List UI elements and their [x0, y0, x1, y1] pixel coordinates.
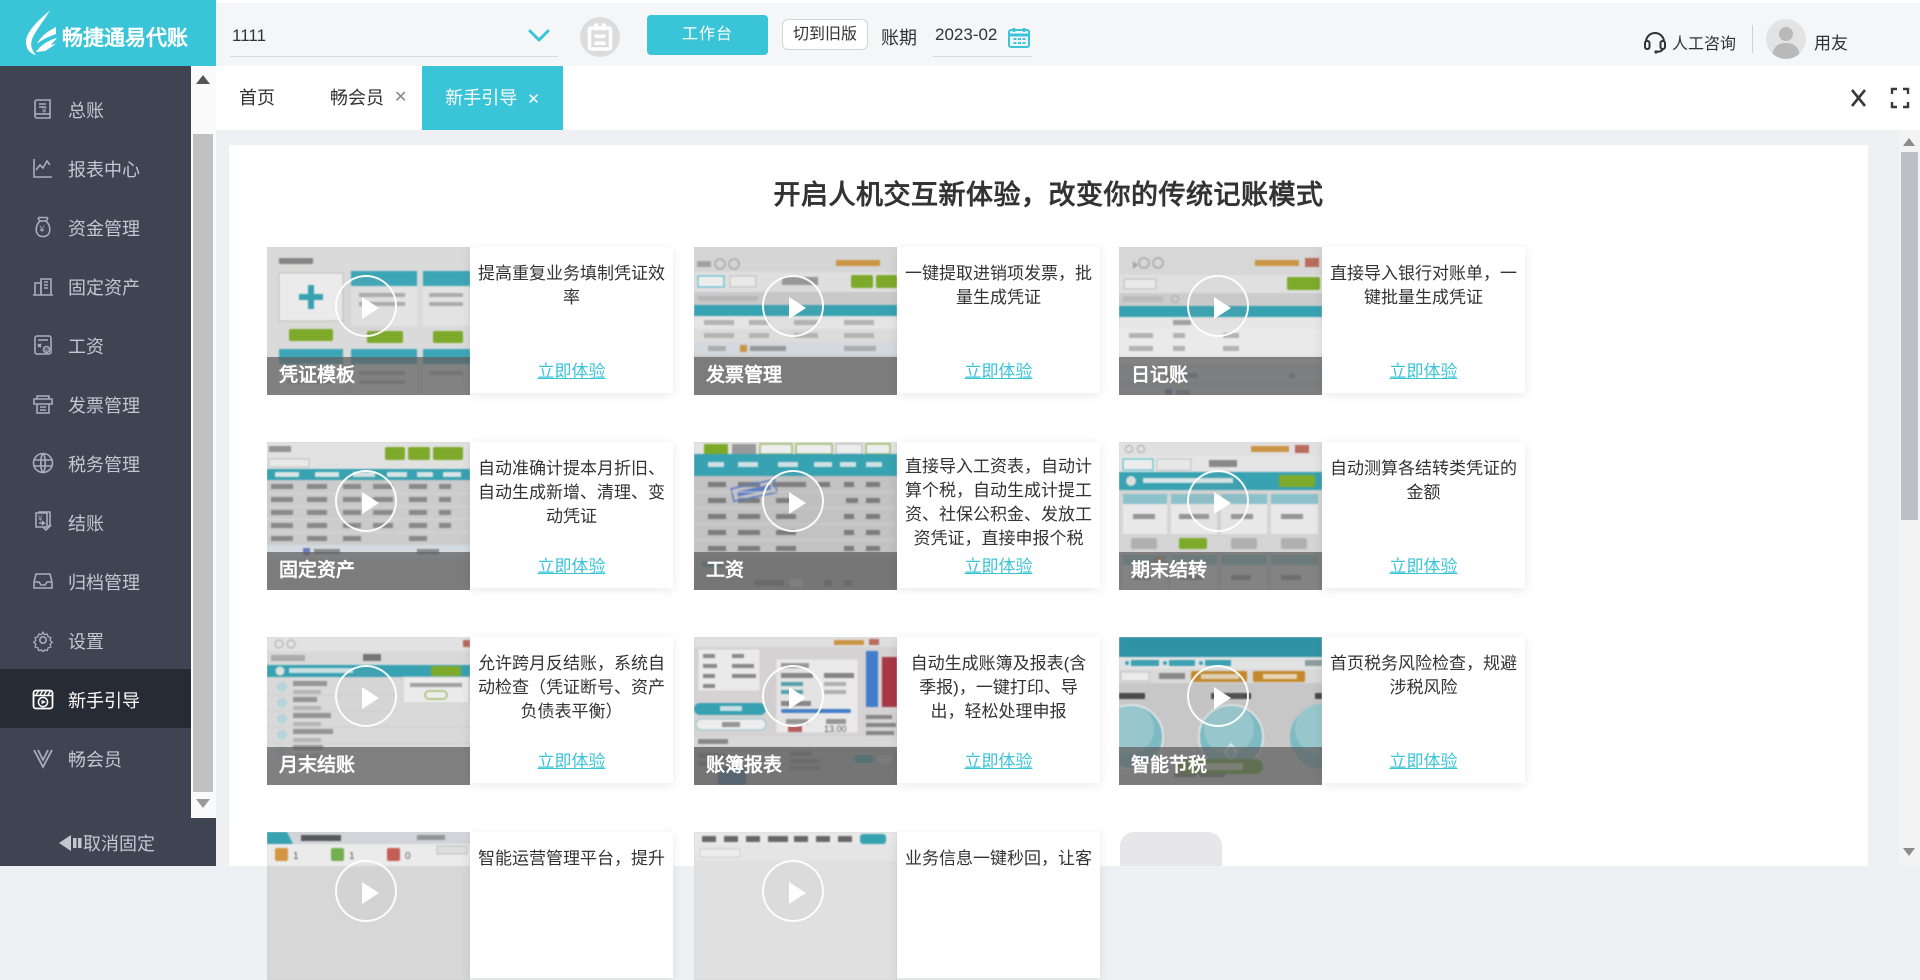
svg-text:¥: ¥ — [41, 107, 47, 116]
svg-text:¥: ¥ — [45, 348, 49, 354]
svg-text:¥: ¥ — [39, 224, 46, 234]
